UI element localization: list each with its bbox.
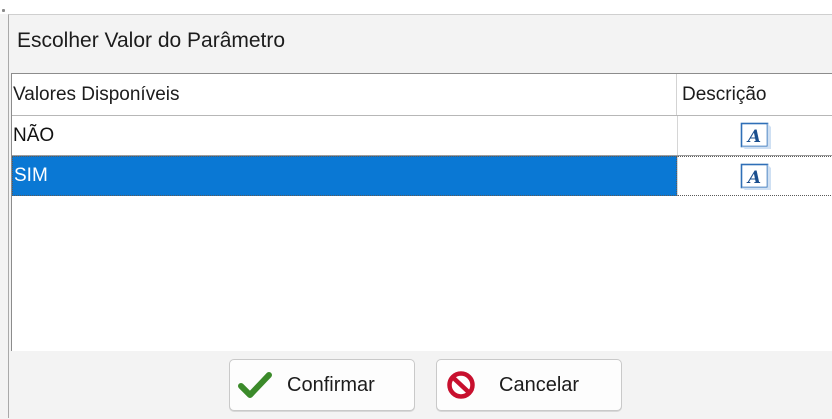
description-cell[interactable]: A	[677, 156, 832, 196]
confirm-label: Confirmar	[287, 374, 375, 396]
column-header-values[interactable]: Valores Disponíveis	[12, 74, 677, 115]
checkmark-icon	[238, 372, 272, 398]
svg-text:A: A	[746, 168, 761, 188]
value-cell[interactable]: SIM	[12, 156, 677, 196]
text-style-icon[interactable]: A	[740, 122, 772, 149]
cancel-button[interactable]: Cancelar	[436, 359, 622, 411]
choose-parameter-dialog: Escolher Valor do Parâmetro Valores Disp…	[8, 14, 832, 419]
text-style-icon[interactable]: A	[740, 163, 772, 190]
value-cell[interactable]: NÃO	[12, 116, 677, 155]
button-bar: Confirmar Cancelar	[9, 351, 832, 419]
svg-text:A: A	[746, 127, 761, 147]
values-grid[interactable]: Valores Disponíveis Descrição NÃO A SIM …	[11, 73, 832, 351]
dialog-titlebar: Escolher Valor do Parâmetro	[9, 15, 832, 73]
table-row[interactable]: NÃO A	[12, 116, 832, 156]
description-cell[interactable]: A	[677, 116, 832, 155]
column-header-description[interactable]: Descrição	[677, 74, 832, 115]
dialog-title: Escolher Valor do Parâmetro	[17, 29, 286, 52]
prohibited-icon	[447, 371, 475, 399]
background-text-fragment	[0, 0, 400, 14]
confirm-button[interactable]: Confirmar	[229, 359, 415, 411]
cancel-label: Cancelar	[499, 374, 580, 396]
background-window-strip	[0, 0, 832, 14]
table-row-selected[interactable]: SIM A	[12, 156, 832, 196]
grid-header: Valores Disponíveis Descrição	[12, 74, 832, 116]
